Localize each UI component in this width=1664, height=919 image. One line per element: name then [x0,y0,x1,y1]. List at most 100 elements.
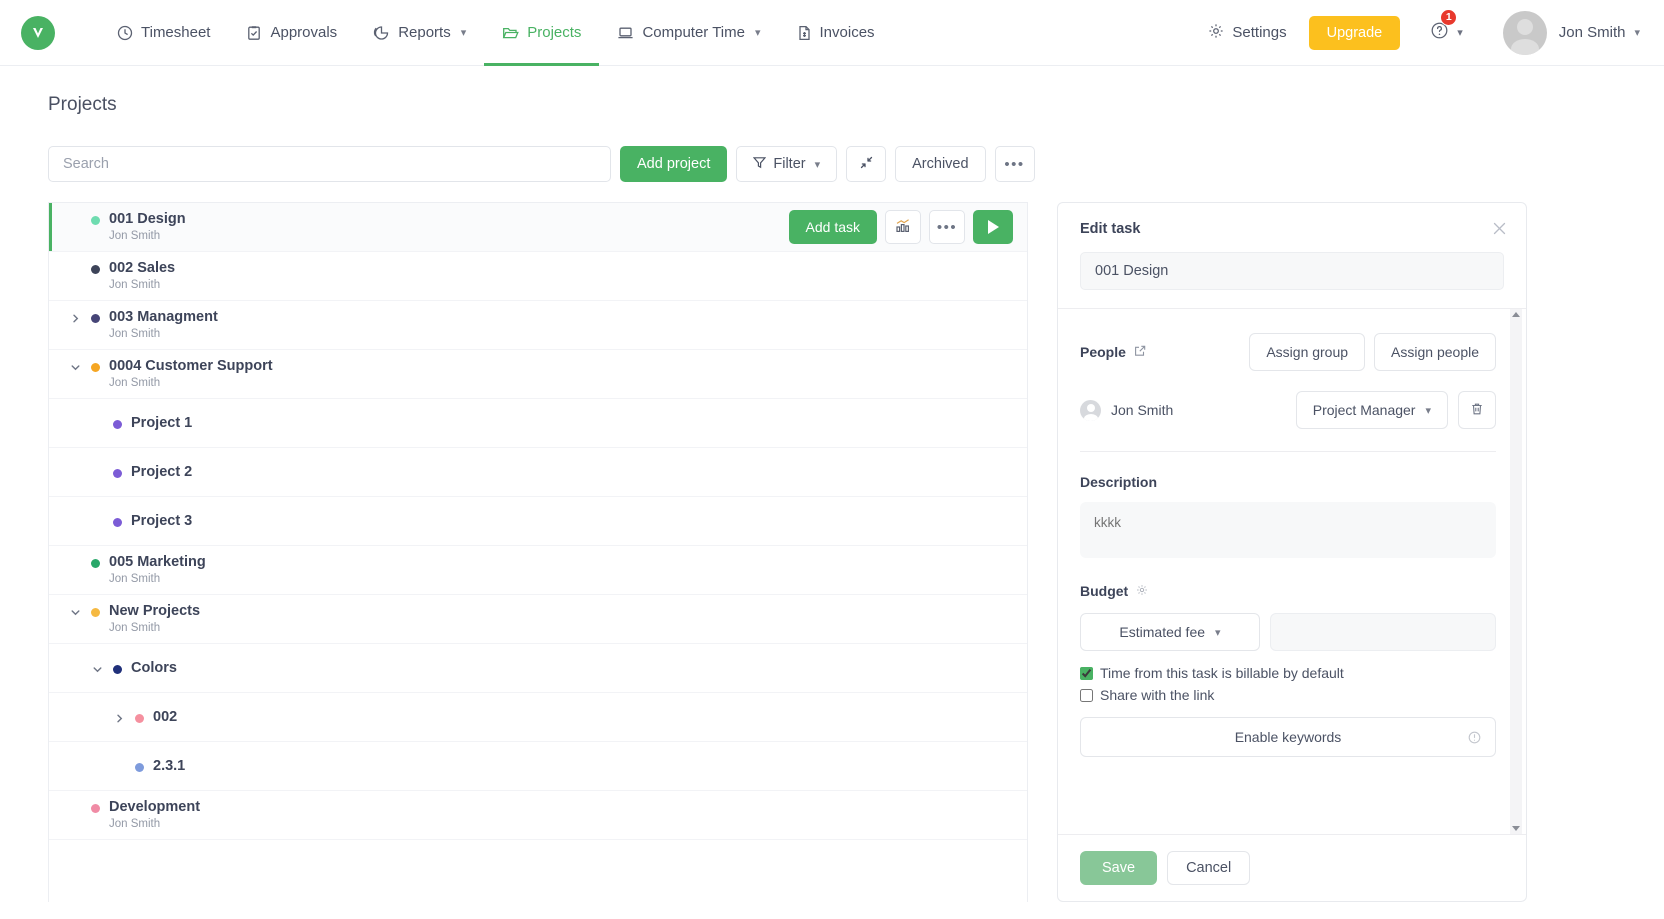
budget-row: Estimated fee ▾ [1080,613,1496,651]
play-icon [987,220,999,234]
project-name: New Projects [109,603,201,619]
project-row[interactable]: New Projects Jon Smith [49,595,1027,644]
assign-group-button[interactable]: Assign group [1249,333,1366,371]
close-icon[interactable] [1488,217,1510,239]
project-row[interactable]: Colors [49,644,1027,693]
bar-chart-icon [895,218,912,237]
project-more-button[interactable]: ••• [929,210,965,244]
chevron-right-icon[interactable] [67,310,83,326]
description-input[interactable] [1080,502,1496,558]
description-label: Description [1080,474,1158,490]
ellipsis-icon: ••• [1004,155,1025,173]
people-label: People [1080,344,1126,360]
share-link-checkbox-label: Share with the link [1100,687,1215,703]
chevron-right-icon[interactable] [111,710,127,726]
nav-item-projects[interactable]: Projects [484,0,600,66]
project-owner: Jon Smith [109,377,161,389]
share-link-checkbox-row[interactable]: Share with the link [1080,687,1496,703]
chevron-down-icon[interactable] [67,359,83,375]
project-row[interactable]: 001 Design Jon Smith Add task ••• [49,203,1027,252]
panel-scrollbar[interactable] [1510,309,1522,834]
project-row[interactable]: Project 1 [49,399,1027,448]
filter-button[interactable]: Filter ▾ [736,146,838,182]
chevron-down-icon: ▾ [1457,27,1463,39]
start-timer-button[interactable] [973,210,1013,244]
remove-person-button[interactable] [1458,391,1496,429]
help-menu[interactable]: 1 ▾ [1430,8,1463,45]
project-row[interactable]: Project 2 [49,448,1027,497]
project-row[interactable]: 005 Marketing Jon Smith [49,546,1027,595]
project-row[interactable]: Development Jon Smith [49,791,1027,840]
upgrade-button[interactable]: Upgrade [1308,15,1401,50]
people-label-group: People [1080,344,1146,360]
project-name: Project 2 [131,464,193,480]
nav-item-reports[interactable]: Reports ▾ [355,0,484,66]
gear-icon[interactable] [1136,583,1148,599]
share-link-checkbox[interactable] [1080,688,1093,702]
person-role-value: Project Manager [1312,402,1416,418]
budget-type-select[interactable]: Estimated fee ▾ [1080,613,1260,651]
avatar[interactable] [1502,10,1547,55]
chevron-down-icon: ▾ [754,27,761,39]
nav-label: Approvals [270,24,338,41]
project-name: 002 [153,709,178,725]
chevron-down-icon: ▾ [460,27,467,39]
pie-chart-icon [373,25,390,41]
scroll-down-arrow-icon[interactable] [1512,826,1520,831]
chevron-down-icon[interactable] [89,661,105,677]
nav-item-timesheet[interactable]: Timesheet [99,0,228,66]
settings-button[interactable]: Settings [1192,23,1302,43]
project-row[interactable]: 003 Managment Jon Smith [49,301,1027,350]
project-owner: Jon Smith [109,818,161,830]
settings-label: Settings [1232,24,1287,41]
budget-amount-input[interactable] [1270,613,1496,651]
user-menu[interactable]: Jon Smith ▾ [1559,24,1640,41]
billable-checkbox[interactable] [1080,666,1093,680]
external-edit-icon[interactable] [1134,344,1146,360]
chevron-down-icon: ▾ [1425,404,1431,417]
more-options-button[interactable]: ••• [994,146,1035,182]
project-row[interactable]: 002 Sales Jon Smith [49,252,1027,301]
billable-checkbox-row[interactable]: Time from this task is billable by defau… [1080,665,1496,681]
project-row[interactable]: 0004 Customer Support Jon Smith [49,350,1027,399]
collapse-arrows-icon [859,155,874,174]
project-name: 003 Managment [109,309,218,325]
project-row[interactable]: Project 3 [49,497,1027,546]
project-color-dot [135,763,144,772]
project-color-dot [113,420,122,429]
cancel-button[interactable]: Cancel [1167,851,1251,885]
project-row[interactable]: 002 [49,693,1027,742]
app-logo-icon[interactable] [21,15,55,50]
top-navigation-bar: Timesheet Approvals Reports ▾ Projects C… [0,0,1664,66]
person-avatar [1080,399,1101,421]
save-button[interactable]: Save [1080,851,1158,885]
project-stats-button[interactable] [885,210,921,244]
nav-item-computer-time[interactable]: Computer Time ▾ [599,0,778,66]
assign-people-button[interactable]: Assign people [1374,333,1496,371]
task-name-input[interactable] [1080,252,1504,290]
nav-item-approvals[interactable]: Approvals [228,0,355,66]
user-name-label: Jon Smith [1558,24,1626,41]
panel-title: Edit task [1080,221,1141,237]
person-role-select[interactable]: Project Manager ▾ [1295,391,1448,429]
billable-checkbox-label: Time from this task is billable by defau… [1100,665,1344,681]
panel-footer: Save Cancel [1058,834,1526,901]
add-task-button[interactable]: Add task [788,210,877,244]
enable-keywords-button[interactable]: Enable keywords [1080,717,1496,757]
search-input[interactable] [48,146,611,182]
archived-button[interactable]: Archived [895,146,986,182]
project-color-dot [113,665,122,674]
project-row[interactable]: 2.3.1 [49,742,1027,791]
add-project-button[interactable]: Add project [620,146,728,182]
nav-label: Timesheet [141,24,211,41]
nav-label: Projects [527,24,582,41]
scroll-up-arrow-icon[interactable] [1512,312,1520,317]
clipboard-check-icon [246,25,262,41]
assigned-person-row: Jon Smith Project Manager ▾ [1080,391,1496,452]
collapse-all-button[interactable] [846,146,887,182]
nav-item-invoices[interactable]: Invoices [779,0,893,66]
chevron-down-icon[interactable] [67,604,83,620]
notification-badge: 1 [1440,8,1458,26]
chevron-down-icon: ▾ [1634,27,1640,39]
chevron-down-icon: ▾ [814,158,821,171]
